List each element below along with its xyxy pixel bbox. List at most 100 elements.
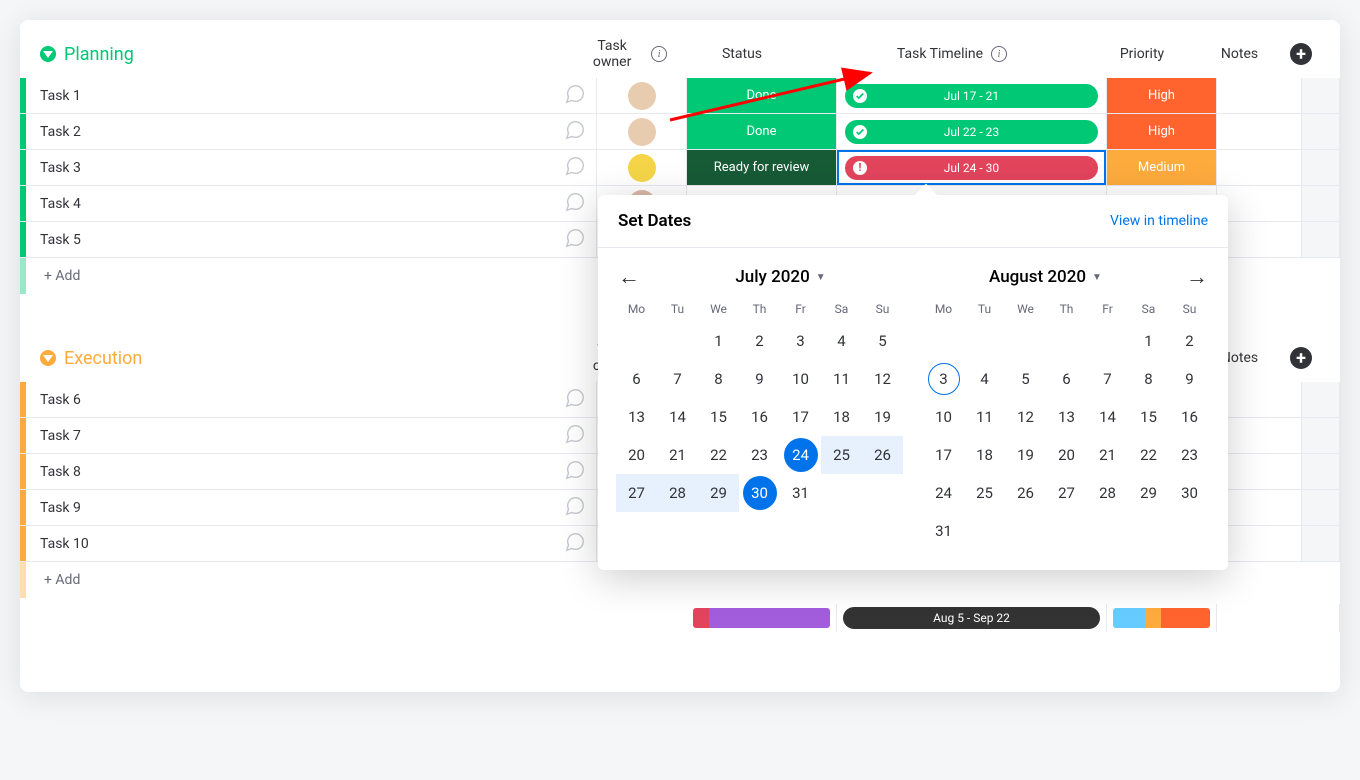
task-name-cell[interactable]: Task 1	[26, 78, 597, 113]
calendar-day[interactable]: 5	[862, 322, 903, 360]
notes-cell[interactable]	[1217, 382, 1302, 417]
calendar-day[interactable]: 24	[780, 436, 821, 474]
calendar-day[interactable]: 17	[780, 398, 821, 436]
chat-icon[interactable]	[564, 227, 586, 253]
calendar-day[interactable]: 19	[862, 398, 903, 436]
priority-cell[interactable]: Medium	[1107, 150, 1217, 185]
calendar-day[interactable]: 28	[1087, 474, 1128, 512]
collapse-icon[interactable]	[40, 350, 56, 366]
calendar-day[interactable]	[862, 474, 903, 512]
calendar-day[interactable]: 24	[923, 474, 964, 512]
calendar-day[interactable]: 22	[698, 436, 739, 474]
calendar-day[interactable]: 17	[923, 436, 964, 474]
calendar-day[interactable]: 8	[698, 360, 739, 398]
calendar-day[interactable]: 29	[698, 474, 739, 512]
add-column-button[interactable]: +	[1290, 43, 1312, 65]
task-name-cell[interactable]: Task 7	[26, 418, 597, 453]
calendar-day[interactable]: 15	[1128, 398, 1169, 436]
calendar-day[interactable]	[616, 322, 657, 360]
calendar-day[interactable]: 1	[698, 322, 739, 360]
owner-cell[interactable]	[597, 150, 687, 185]
calendar-day[interactable]: 15	[698, 398, 739, 436]
calendar-day[interactable]: 7	[1087, 360, 1128, 398]
calendar-day[interactable]: 20	[1046, 436, 1087, 474]
month-label[interactable]: August 2020 ▼	[913, 267, 1178, 287]
task-name-cell[interactable]: Task 2	[26, 114, 597, 149]
group-title[interactable]: Execution	[64, 348, 142, 369]
timeline-cell[interactable]: Jul 22 - 23	[837, 114, 1107, 149]
timeline-cell[interactable]: !Jul 24 - 30	[837, 150, 1107, 185]
add-column-button[interactable]: +	[1290, 347, 1312, 369]
calendar-day[interactable]: 30	[1169, 474, 1210, 512]
calendar-day[interactable]	[1128, 512, 1169, 550]
calendar-day[interactable]: 1	[1128, 322, 1169, 360]
column-priority[interactable]: Priority	[1087, 46, 1197, 62]
calendar-day[interactable]: 22	[1128, 436, 1169, 474]
calendar-day[interactable]	[1087, 322, 1128, 360]
calendar-day[interactable]	[1046, 322, 1087, 360]
calendar-day[interactable]: 18	[821, 398, 862, 436]
chat-icon[interactable]	[564, 155, 586, 181]
chat-icon[interactable]	[564, 495, 586, 521]
chat-icon[interactable]	[564, 531, 586, 557]
status-cell[interactable]: Ready for review	[687, 150, 837, 185]
notes-cell[interactable]	[1217, 490, 1302, 525]
calendar-day[interactable]: 3	[923, 360, 964, 398]
chat-icon[interactable]	[564, 191, 586, 217]
prev-month-button[interactable]: ←	[618, 264, 648, 290]
calendar-day[interactable]: 11	[821, 360, 862, 398]
avatar[interactable]	[628, 118, 656, 146]
calendar-day[interactable]: 27	[616, 474, 657, 512]
calendar-day[interactable]: 29	[1128, 474, 1169, 512]
calendar-day[interactable]: 26	[1005, 474, 1046, 512]
task-name-cell[interactable]: Task 8	[26, 454, 597, 489]
collapse-icon[interactable]	[40, 46, 56, 62]
calendar-day[interactable]	[821, 474, 862, 512]
notes-cell[interactable]	[1217, 114, 1302, 149]
calendar-day[interactable]: 13	[1046, 398, 1087, 436]
calendar-day[interactable]: 4	[964, 360, 1005, 398]
calendar-day[interactable]	[1005, 322, 1046, 360]
calendar-day[interactable]: 4	[821, 322, 862, 360]
chat-icon[interactable]	[564, 83, 586, 109]
column-status[interactable]: Status	[667, 46, 817, 62]
calendar-day[interactable]: 6	[616, 360, 657, 398]
status-cell[interactable]: Done	[687, 114, 837, 149]
task-name-cell[interactable]: Task 5	[26, 222, 597, 257]
owner-cell[interactable]	[597, 114, 687, 149]
calendar-day[interactable]: 12	[1005, 398, 1046, 436]
calendar-day[interactable]	[1087, 512, 1128, 550]
calendar-day[interactable]: 21	[657, 436, 698, 474]
calendar-day[interactable]: 8	[1128, 360, 1169, 398]
calendar-day[interactable]: 19	[1005, 436, 1046, 474]
calendar-day[interactable]: 18	[964, 436, 1005, 474]
calendar-day[interactable]	[964, 322, 1005, 360]
task-name-cell[interactable]: Task 9	[26, 490, 597, 525]
notes-cell[interactable]	[1217, 78, 1302, 113]
calendar-day[interactable]	[1169, 512, 1210, 550]
avatar[interactable]	[628, 82, 656, 110]
calendar-day[interactable]: 25	[964, 474, 1005, 512]
next-month-button[interactable]: →	[1178, 264, 1208, 290]
calendar-day[interactable]: 11	[964, 398, 1005, 436]
column-notes[interactable]: Notes	[1197, 46, 1282, 62]
group-header[interactable]: PlanningTask owner iStatusTask Timeline …	[20, 30, 1340, 78]
calendar-day[interactable]: 16	[1169, 398, 1210, 436]
chat-icon[interactable]	[564, 423, 586, 449]
calendar-day[interactable]: 30	[739, 474, 780, 512]
chat-icon[interactable]	[564, 459, 586, 485]
notes-cell[interactable]	[1217, 526, 1302, 561]
calendar-day[interactable]: 21	[1087, 436, 1128, 474]
notes-cell[interactable]	[1217, 150, 1302, 185]
priority-cell[interactable]: High	[1107, 78, 1217, 113]
group-title[interactable]: Planning	[64, 44, 134, 65]
calendar-day[interactable]: 6	[1046, 360, 1087, 398]
notes-cell[interactable]	[1217, 222, 1302, 257]
calendar-day[interactable]: 31	[780, 474, 821, 512]
avatar[interactable]	[628, 154, 656, 182]
calendar-day[interactable]: 12	[862, 360, 903, 398]
column-timeline[interactable]: Task Timeline i	[817, 46, 1087, 62]
calendar-day[interactable]: 5	[1005, 360, 1046, 398]
owner-cell[interactable]	[597, 78, 687, 113]
priority-cell[interactable]: High	[1107, 114, 1217, 149]
